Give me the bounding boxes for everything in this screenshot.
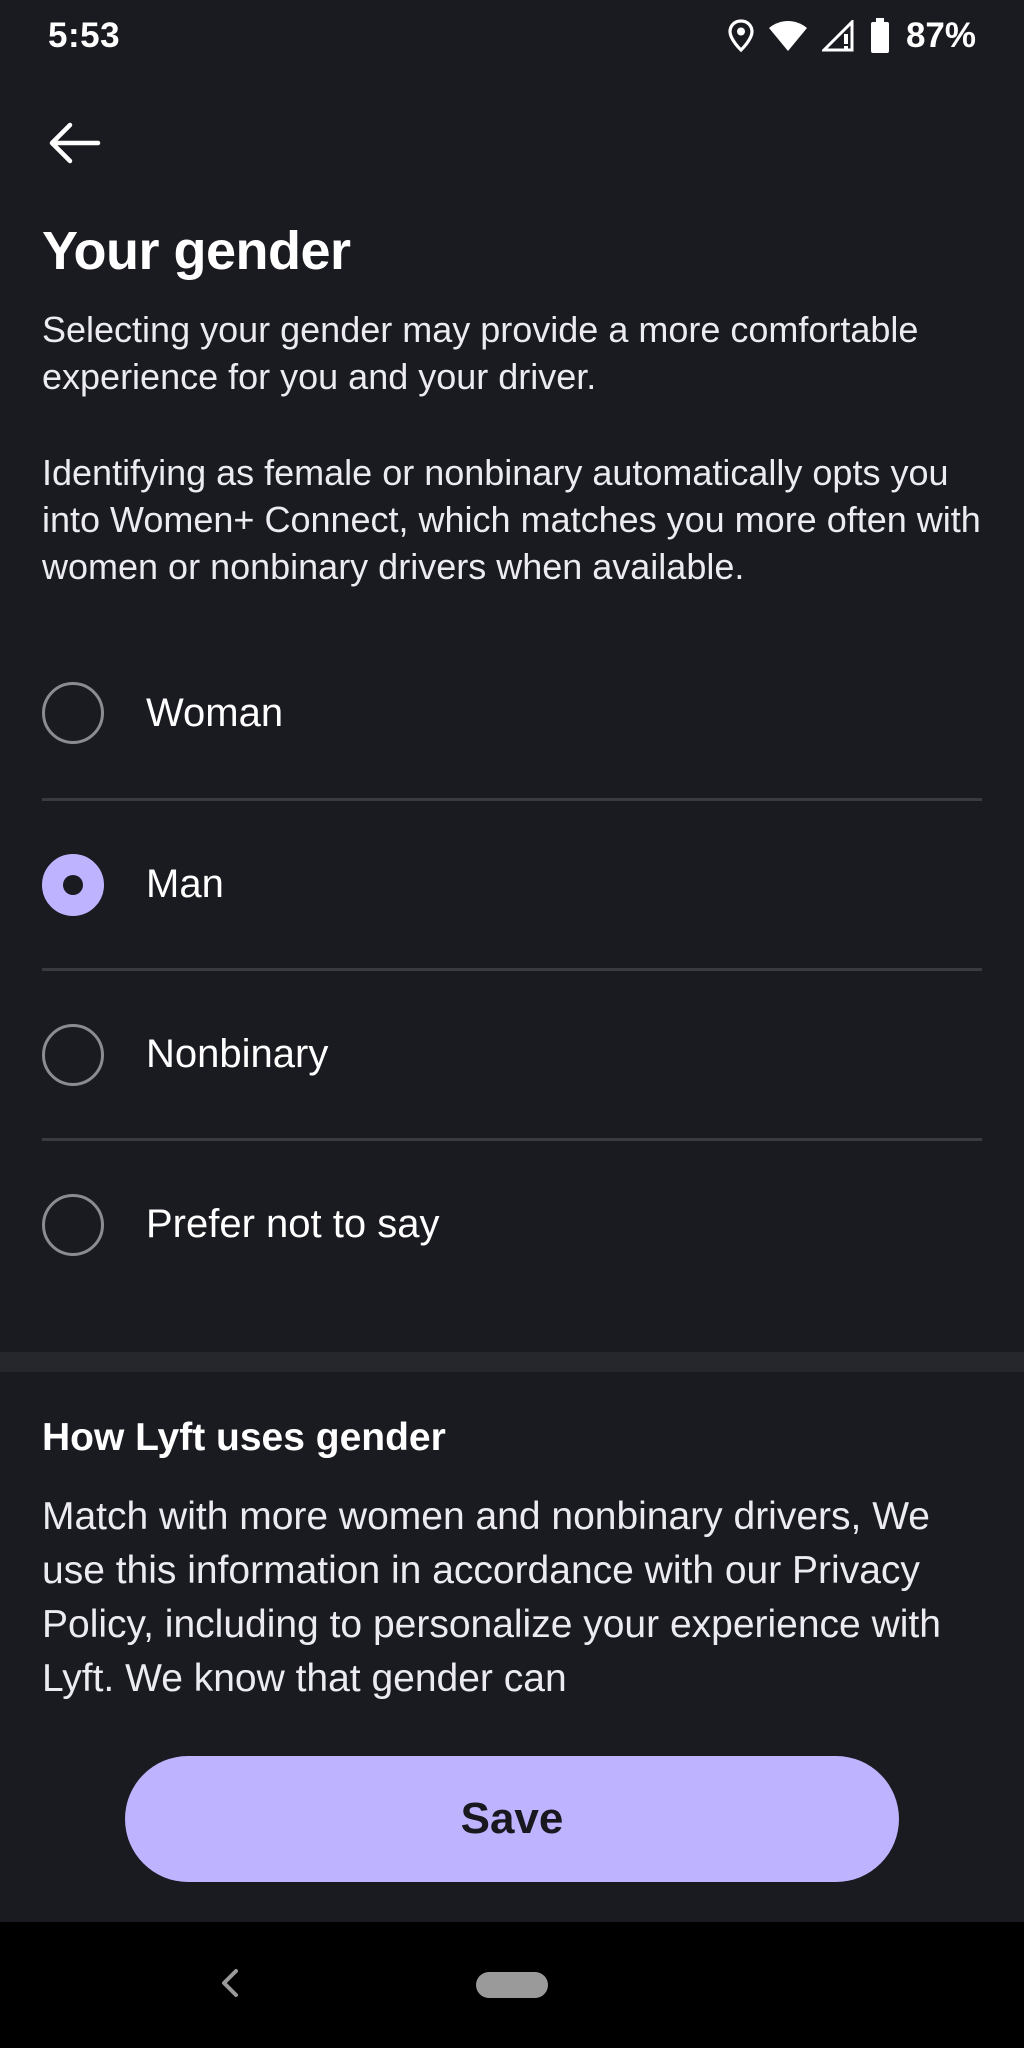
signal-icon xyxy=(821,20,856,52)
option-nonbinary[interactable]: Nonbinary xyxy=(42,968,982,1138)
option-man[interactable]: Man xyxy=(42,798,982,968)
option-prefer-not-to-say[interactable]: Prefer not to say xyxy=(42,1138,982,1308)
radio-button[interactable] xyxy=(42,1193,104,1256)
option-label: Woman xyxy=(146,690,284,735)
description-paragraph-1: Selecting your gender may provide a more… xyxy=(42,309,919,397)
option-label: Man xyxy=(146,862,224,906)
battery-icon xyxy=(870,18,890,54)
status-icons: 87% xyxy=(728,16,976,56)
back-button[interactable] xyxy=(30,112,118,178)
gender-options: Woman Man Nonbinary Prefer not to say xyxy=(42,628,982,1308)
location-icon xyxy=(728,19,754,53)
option-label: Prefer not to say xyxy=(146,1202,440,1246)
radio-button-selected[interactable] xyxy=(42,853,104,916)
home-pill-icon[interactable] xyxy=(476,1972,548,1998)
system-nav-bar xyxy=(0,1922,1024,2048)
radio-dot-icon xyxy=(63,874,83,895)
chevron-left-icon xyxy=(219,1967,241,2004)
description-paragraph-2: Identifying as female or nonbinary autom… xyxy=(42,452,981,587)
battery-percent: 87% xyxy=(905,16,976,55)
status-time: 5:53 xyxy=(48,16,121,55)
radio-button[interactable] xyxy=(42,1023,104,1086)
section-divider xyxy=(0,1352,1024,1372)
save-button[interactable]: Save xyxy=(125,1756,899,1882)
info-body: Match with more women and nonbinary driv… xyxy=(42,1495,941,1700)
wifi-icon xyxy=(768,20,808,52)
save-button-label: Save xyxy=(460,1794,564,1843)
page-title: Your gender xyxy=(42,221,351,281)
option-woman[interactable]: Woman xyxy=(42,628,982,798)
arrow-left-icon xyxy=(46,121,102,170)
radio-button[interactable] xyxy=(42,682,104,744)
nav-back-button[interactable] xyxy=(205,1960,255,2010)
screen: 5:53 87% Your gender Selecting your gend… xyxy=(0,0,1024,2048)
option-label: Nonbinary xyxy=(146,1032,329,1076)
status-bar: 5:53 87% xyxy=(0,0,1024,72)
info-title: How Lyft uses gender xyxy=(42,1416,446,1459)
